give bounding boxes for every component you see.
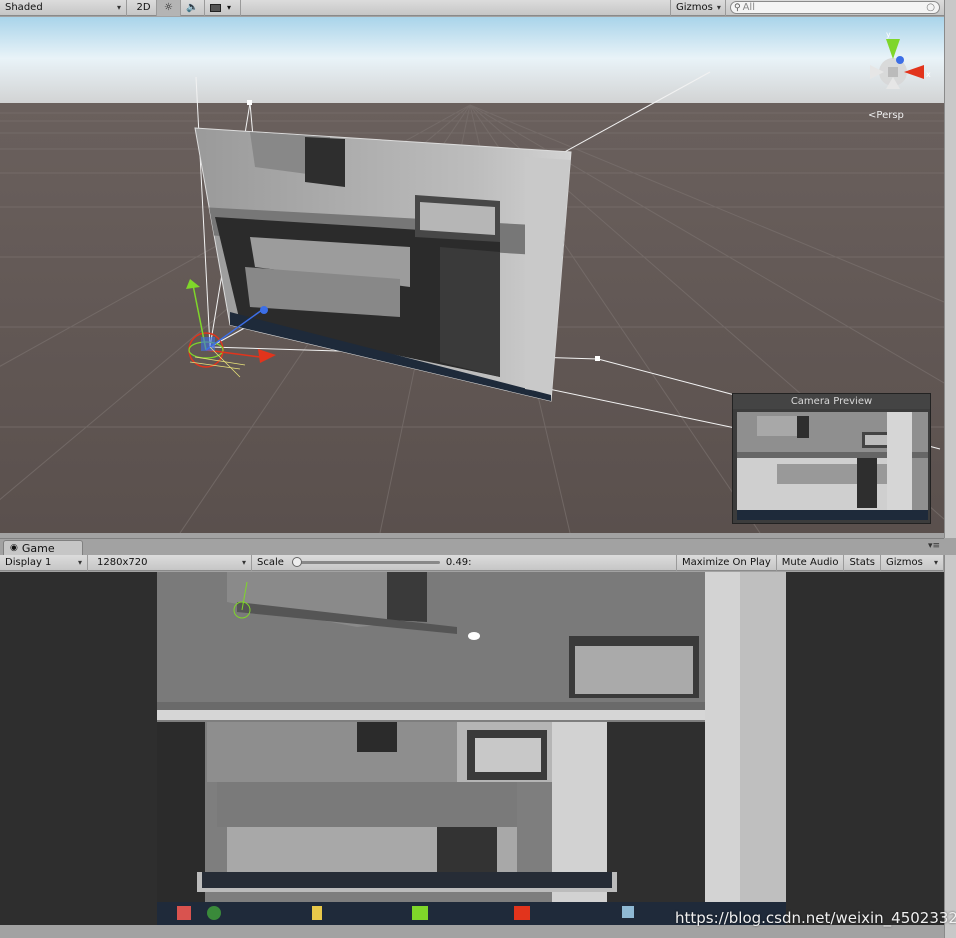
game-tabbar: ◉ Game ▾≡ bbox=[0, 538, 944, 556]
search-placeholder: All bbox=[742, 2, 755, 13]
game-view[interactable] bbox=[0, 572, 944, 925]
scale-slider-thumb[interactable] bbox=[291, 557, 302, 567]
shading-mode-dropdown[interactable]: Shaded bbox=[0, 0, 127, 16]
search-input[interactable]: ⚲ All ○ bbox=[730, 1, 940, 14]
scale-slider[interactable] bbox=[291, 557, 440, 567]
game-toolbar: Display 1 1280x720 Scale 0.49: Maximize … bbox=[0, 554, 944, 571]
panel-menu-icon[interactable]: ▾≡ bbox=[928, 541, 940, 551]
scale-label: Scale bbox=[257, 557, 284, 568]
projection-label[interactable]: <Persp bbox=[868, 110, 904, 121]
search-icon: ⚲ bbox=[734, 2, 741, 13]
scene-scrollbar[interactable] bbox=[944, 0, 956, 538]
game-render-image bbox=[157, 572, 786, 925]
clear-search-icon: ○ bbox=[926, 2, 935, 13]
gizmos-label: Gizmos bbox=[676, 2, 713, 13]
stats-toggle[interactable]: Stats bbox=[844, 554, 881, 571]
scene-view[interactable]: y x <Persp Camera Preview bbox=[0, 17, 944, 533]
svg-text:y: y bbox=[886, 30, 891, 39]
svg-text:x: x bbox=[926, 70, 931, 79]
sun-icon: ☼ bbox=[164, 2, 173, 13]
frustum-handle-top[interactable] bbox=[247, 100, 252, 105]
game-gizmos-label: Gizmos bbox=[885, 557, 923, 568]
resolution-dropdown[interactable]: 1280x720 bbox=[92, 554, 252, 571]
gizmo-z-cone-icon[interactable] bbox=[896, 56, 904, 64]
mute-audio-toggle[interactable]: Mute Audio bbox=[777, 554, 845, 571]
game-scrollbar[interactable] bbox=[944, 555, 956, 938]
gizmos-dropdown[interactable]: Gizmos bbox=[670, 0, 726, 16]
shading-mode-label: Shaded bbox=[5, 2, 43, 13]
resolution-label: 1280x720 bbox=[97, 557, 148, 568]
display-label: Display 1 bbox=[5, 557, 52, 568]
skybox bbox=[0, 17, 944, 109]
lighting-toggle[interactable]: ☼ bbox=[157, 0, 181, 16]
watermark: https://blog.csdn.net/weixin_45023328 bbox=[675, 909, 956, 927]
frustum-handle-right[interactable] bbox=[595, 356, 600, 361]
speaker-icon: 🔈 bbox=[186, 2, 199, 13]
scene-toolbar: Shaded 2D ☼ 🔈 ▾ Gizmos ⚲ All ○ bbox=[0, 0, 944, 16]
2d-toggle[interactable]: 2D bbox=[131, 0, 157, 16]
chevron-down-icon: ▾ bbox=[227, 3, 232, 12]
audio-toggle[interactable]: 🔈 bbox=[181, 0, 205, 16]
game-gizmos-dropdown[interactable]: Gizmos bbox=[881, 554, 944, 571]
display-dropdown[interactable]: Display 1 bbox=[0, 554, 88, 571]
projection-text: Persp bbox=[876, 110, 904, 121]
camera-preview-title: Camera Preview bbox=[733, 394, 930, 409]
image-icon bbox=[210, 3, 221, 12]
camera-preview-canvas bbox=[737, 412, 928, 520]
effects-dropdown[interactable]: ▾ bbox=[205, 0, 241, 16]
camera-preview-image bbox=[737, 412, 928, 520]
maximize-on-play-toggle[interactable]: Maximize On Play bbox=[676, 554, 777, 571]
scale-control: Scale 0.49: bbox=[252, 555, 676, 571]
camera-preview: Camera Preview bbox=[732, 393, 931, 524]
z-axis-handle-icon[interactable] bbox=[260, 306, 268, 314]
game-render-canvas bbox=[157, 572, 786, 925]
scale-value: 0.49: bbox=[445, 557, 472, 568]
